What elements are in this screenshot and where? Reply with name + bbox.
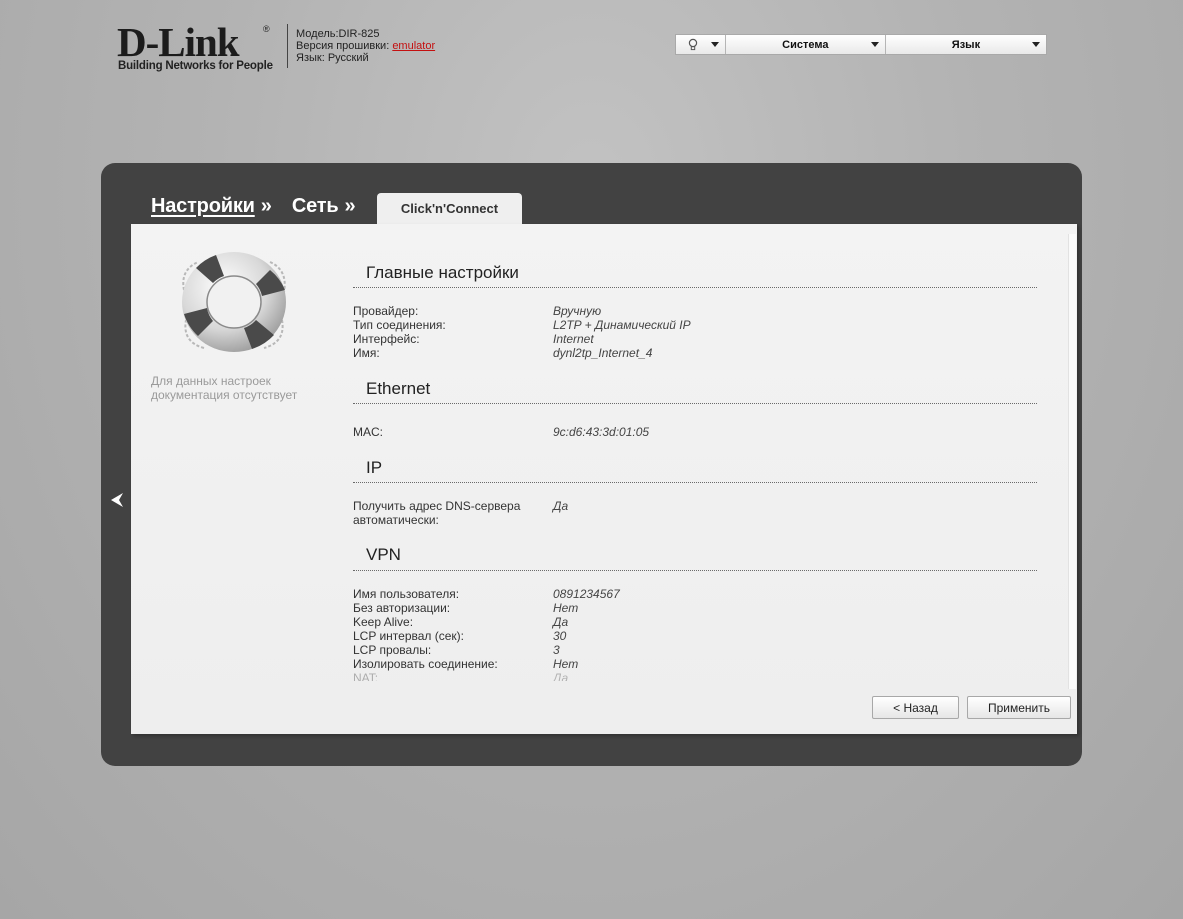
keep-alive-label: Keep Alive: [353, 615, 414, 629]
notifications-menu[interactable] [676, 35, 726, 54]
username-value: 0891234567 [553, 587, 620, 601]
language-menu[interactable]: Язык [885, 35, 1046, 54]
chevron-down-icon [710, 42, 719, 47]
connection-type-value: L2TP + Динамический IP [553, 318, 691, 332]
model-label: Модель: [296, 28, 339, 40]
keep-alive-value: Да [553, 615, 569, 629]
section-title-ethernet: Ethernet [366, 379, 431, 398]
name-value: dynl2tp_Internet_4 [553, 346, 653, 360]
lifebuoy-icon [182, 252, 286, 352]
system-menu[interactable]: Система [725, 35, 886, 54]
language-line: Язык: Русский [296, 52, 435, 64]
breadcrumb: Настройки » Сеть » [151, 195, 376, 218]
header-divider [287, 24, 288, 68]
breadcrumb-settings-link[interactable]: Настройки [151, 195, 255, 218]
lcp-interval-label: LCP интервал (сек): [353, 629, 464, 643]
device-info: Модель:DIR-825 Версия прошивки: emulator… [296, 28, 435, 64]
top-menu-bar: Система Язык [675, 34, 1047, 55]
isolate-connection-label: Изолировать соединение: [353, 657, 498, 671]
nat-value: Да [553, 671, 569, 681]
content-scrollbar[interactable] [1068, 234, 1076, 689]
lightbulb-icon [689, 38, 698, 50]
provider-value: Вручную [553, 304, 602, 318]
apply-button[interactable]: Применить [967, 696, 1071, 719]
model-line: Модель:DIR-825 [296, 28, 435, 40]
interface-value: Internet [553, 332, 594, 346]
section-title-main: Главные настройки [366, 263, 519, 282]
dns-auto-value: Да [553, 499, 569, 513]
firmware-line: Версия прошивки: emulator [296, 40, 435, 52]
language-label: Язык: [296, 52, 325, 64]
model-value: DIR-825 [338, 28, 380, 40]
language-value: Русский [327, 52, 369, 64]
isolate-connection-value: Нет [553, 657, 579, 671]
logo-tagline: Building Networks for People [118, 60, 273, 72]
no-auth-value: Нет [553, 601, 579, 615]
breadcrumb-network-link[interactable]: Сеть [292, 195, 339, 218]
section-title-ip: IP [366, 458, 383, 477]
language-menu-label: Язык [951, 38, 981, 51]
tab-clickn-connect[interactable]: Click'n'Connect [377, 193, 522, 224]
dlink-logo: D-Link ® Building Networks for People [117, 22, 277, 76]
chevron-down-icon [1032, 42, 1040, 47]
system-menu-label: Система [782, 38, 829, 51]
provider-label: Провайдер: [353, 304, 419, 318]
help-text: Для данных настроек документация отсутст… [151, 374, 298, 402]
section-divider [353, 482, 1037, 483]
dns-auto-label: Получить адрес DNS-сервера автоматически… [353, 499, 521, 527]
mac-value: 9c:d6:43:3d:01:05 [553, 425, 650, 439]
interface-label: Интерфейс: [353, 332, 420, 346]
name-label: Имя: [353, 346, 380, 360]
section-divider [353, 570, 1037, 571]
connection-type-label: Тип соединения: [353, 318, 446, 332]
breadcrumb-separator: » [344, 195, 356, 217]
lcp-failures-value: 3 [553, 643, 560, 657]
username-label: Имя пользователя: [353, 587, 460, 601]
back-button[interactable]: < Назад [872, 696, 959, 719]
no-auth-label: Без авторизации: [353, 601, 451, 615]
logo-text: D-Link [117, 19, 240, 65]
lcp-interval-value: 30 [553, 629, 567, 643]
logo-registered-mark: ® [263, 24, 270, 34]
section-divider [353, 403, 1037, 404]
section-divider [353, 287, 1037, 288]
firmware-label: Версия прошивки: [296, 40, 390, 52]
chevron-down-icon [870, 42, 879, 47]
mac-label: MAC: [353, 425, 383, 439]
section-title-vpn: VPN [366, 545, 401, 564]
nat-label: NAT: [353, 671, 379, 681]
back-arrow-icon[interactable] [108, 490, 128, 510]
lcp-failures-label: LCP провалы: [353, 643, 432, 657]
firmware-value-link[interactable]: emulator [392, 40, 435, 52]
breadcrumb-separator: » [260, 195, 272, 217]
